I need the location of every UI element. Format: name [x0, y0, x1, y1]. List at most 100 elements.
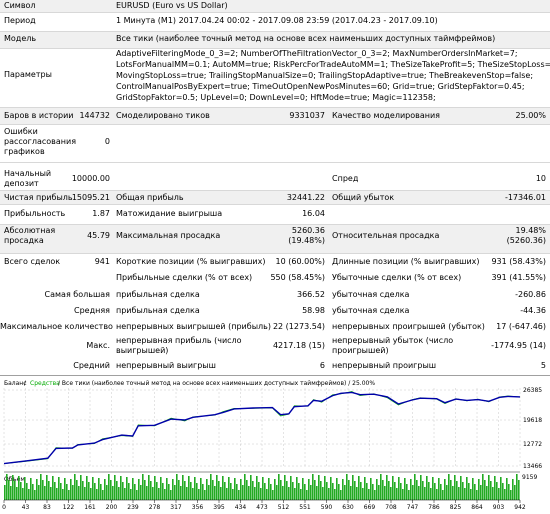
x-tick-label: 590: [321, 504, 333, 511]
period-label: Период: [4, 16, 36, 25]
volume-bar: [446, 485, 448, 500]
params-label: Параметры: [4, 70, 52, 79]
volume-bar: [194, 477, 196, 500]
volume-bar: [138, 479, 140, 500]
volume-bar: [128, 483, 130, 500]
volume-bar: [428, 482, 430, 500]
volume-bar: [376, 479, 378, 500]
x-tick-label: 83: [43, 504, 51, 511]
volume-bar: [478, 479, 480, 500]
volume-bar: [316, 486, 318, 500]
x-tick-label: 708: [385, 504, 397, 511]
volume-bar: [394, 482, 396, 500]
volume-bar: [212, 480, 214, 500]
volume-bar: [326, 482, 328, 500]
volume-bar: [334, 489, 336, 500]
volume-bar: [184, 481, 186, 500]
volume-bar: [448, 474, 450, 500]
volume-bar: [66, 484, 68, 500]
x-tick-label: 239: [127, 504, 139, 511]
volume-bar: [60, 483, 62, 500]
volume-bar: [424, 487, 426, 500]
volume-bar: [272, 490, 274, 500]
max-cons-profit-value: 4217.18 (15): [272, 341, 325, 350]
volume-bar: [118, 487, 120, 500]
long-label: Длинные позиции (% выигравших): [332, 257, 480, 266]
volume-bar: [198, 489, 200, 500]
volume-bar: [188, 476, 190, 500]
volume-bar: [216, 475, 218, 500]
volume-bar: [506, 478, 508, 500]
volume-bar: [384, 486, 386, 500]
volume-bar: [266, 489, 268, 500]
volume-bar: [62, 489, 64, 500]
volume-bar: [166, 478, 168, 500]
volume-bar: [452, 486, 454, 500]
volume-bar: [156, 482, 158, 500]
volume-bar: [94, 483, 96, 500]
volume-bar: [262, 477, 264, 500]
largest-profit-value: 366.52: [297, 290, 325, 299]
volume-bar: [226, 488, 228, 500]
volume-bar: [508, 484, 510, 500]
volume-bar: [82, 481, 84, 500]
separator: [0, 12, 550, 13]
x-tick-label: 903: [493, 504, 505, 511]
volume-bar: [298, 483, 300, 500]
expected-value: 16.04: [302, 209, 325, 218]
volume-bar: [90, 488, 92, 500]
avg-cons-losses-label: непрерывный проигрыш: [332, 361, 437, 370]
largest-profit-label: прибыльная сделка: [116, 290, 200, 299]
volume-bar: [370, 478, 372, 500]
volume-bar: [422, 481, 424, 500]
volume-bar: [438, 478, 440, 500]
volume-bar: [490, 481, 492, 500]
volume-bar: [310, 485, 312, 500]
volume-bar: [126, 477, 128, 500]
report-table: Символ EURUSD (Euro vs US Dollar) Период…: [0, 0, 550, 372]
volume-bar: [286, 481, 288, 500]
volume-bar: [108, 474, 110, 500]
volume-bar: [240, 479, 242, 500]
separator: [0, 124, 550, 125]
volume-bar: [278, 474, 280, 500]
volume-bar: [252, 481, 254, 500]
volume-bar: [70, 479, 72, 500]
balance-chart: Баланс / Средства / Все тики (наиболее т…: [0, 375, 550, 513]
x-tick-label: 161: [84, 504, 96, 511]
average-profit-label: прибыльная сделка: [116, 306, 200, 315]
y-tick-label: 12772: [523, 441, 542, 448]
volume-bar: [410, 479, 412, 500]
volume-bar: [134, 484, 136, 500]
volume-bar: [258, 482, 260, 500]
volume-bar: [120, 476, 122, 500]
volume-bar: [300, 489, 302, 500]
volume-bar: [18, 476, 20, 500]
volume-bar: [254, 487, 256, 500]
volume-bar: [248, 486, 250, 500]
max-dd-value: (19.48%): [288, 236, 325, 245]
volume-bar: [500, 477, 502, 500]
volume-bar: [136, 490, 138, 500]
volume-bar: [144, 480, 146, 500]
quality-label: Качество моделирования: [332, 111, 440, 120]
volume-bar: [92, 477, 94, 500]
chart-title-equity: Средства: [30, 380, 60, 387]
avg-cons-losses-value: 5: [540, 361, 546, 370]
volume-bar: [26, 483, 28, 500]
volume-bar: [498, 488, 500, 500]
volume-bar: [288, 487, 290, 500]
max-dd-label: Максимальная просадка: [116, 231, 221, 240]
largest-loss-label: убыточная сделка: [332, 290, 410, 299]
volume-bar: [432, 477, 434, 500]
volume-bar: [412, 485, 414, 500]
x-tick-label: 317: [170, 504, 182, 511]
volume-bar: [16, 487, 18, 500]
volume-bar: [338, 484, 340, 500]
volume-bar: [40, 474, 42, 500]
volume-bar: [48, 481, 50, 500]
volume-bar: [336, 478, 338, 500]
volume-bar: [98, 478, 100, 500]
row-shade: [0, 0, 550, 12]
volume-bar: [430, 488, 432, 500]
